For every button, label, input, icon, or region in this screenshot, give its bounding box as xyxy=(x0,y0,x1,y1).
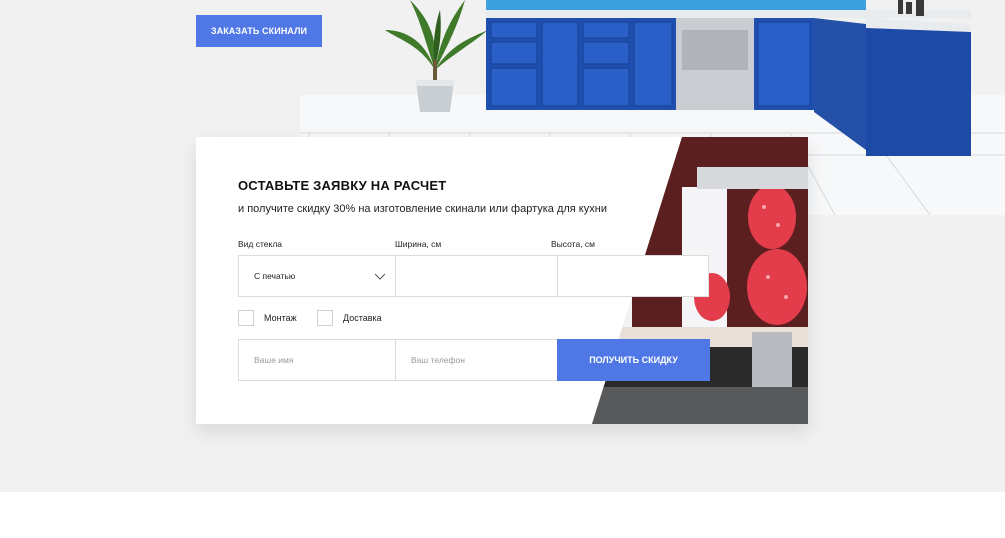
hero-section: ЗАКАЗАТЬ СКИНАЛИ ОСТАВЬТЕ ЗАЯВКУ НА РАСЧ… xyxy=(0,0,1005,492)
width-input[interactable] xyxy=(395,255,558,297)
request-form-card: ОСТАВЬТЕ ЗАЯВКУ НА РАСЧЕТ и получите ски… xyxy=(196,137,808,424)
width-label: Ширина, см xyxy=(395,239,442,249)
phone-placeholder: Ваш телефон xyxy=(411,355,465,365)
glass-type-value: С печатью xyxy=(254,271,296,281)
name-input[interactable]: Ваше имя xyxy=(238,339,396,381)
mount-option[interactable]: Монтаж xyxy=(238,310,297,326)
chevron-down-icon xyxy=(374,273,386,280)
name-placeholder: Ваше имя xyxy=(254,355,294,365)
mount-label: Монтаж xyxy=(264,313,297,323)
glass-type-select[interactable]: С печатью xyxy=(238,255,396,297)
height-label: Высота, см xyxy=(551,239,596,249)
order-skinali-button[interactable]: ЗАКАЗАТЬ СКИНАЛИ xyxy=(196,15,322,47)
form-title: ОСТАВЬТЕ ЗАЯВКУ НА РАСЧЕТ xyxy=(238,178,447,193)
form-subtitle: и получите скидку 30% на изготовление ск… xyxy=(238,203,607,215)
mount-checkbox[interactable] xyxy=(238,310,254,326)
delivery-label: Доставка xyxy=(343,313,382,323)
plant-image xyxy=(385,0,488,112)
glass-type-label: Вид стекла xyxy=(238,239,283,249)
get-discount-button[interactable]: ПОЛУЧИТЬ СКИДКУ xyxy=(557,339,710,381)
delivery-option[interactable]: Доставка xyxy=(317,310,382,326)
phone-input[interactable]: Ваш телефон xyxy=(395,339,558,381)
delivery-checkbox[interactable] xyxy=(317,310,333,326)
height-input[interactable] xyxy=(557,255,709,297)
